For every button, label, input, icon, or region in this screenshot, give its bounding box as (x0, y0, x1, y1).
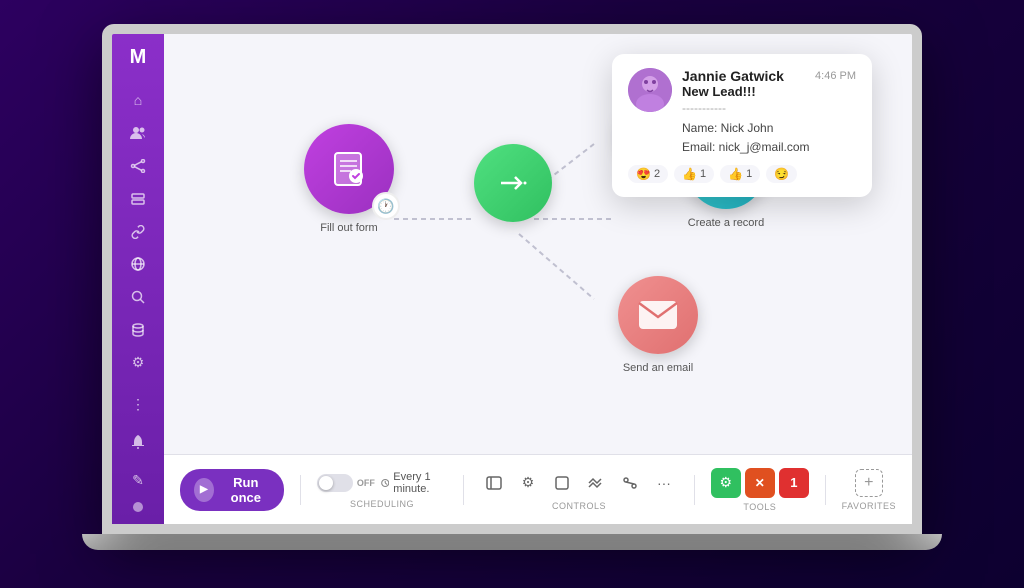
form-sub-icon: 🕐 (372, 192, 400, 220)
layers-icon[interactable] (122, 185, 154, 212)
email-node-label: Send an email (623, 362, 693, 374)
sidebar: M ⌂ (112, 34, 164, 524)
control-btn-4[interactable] (582, 469, 610, 497)
divider-1 (300, 475, 301, 505)
main-content: 🕐 Fill out form (164, 34, 912, 524)
node-hub[interactable] (474, 144, 552, 222)
run-once-label: Run once (222, 475, 270, 505)
play-icon: ▶ (194, 478, 214, 502)
schedule-text: Every 1 minute. (393, 471, 447, 495)
divider-4 (825, 475, 826, 505)
toggle-switch[interactable]: OFF (317, 474, 375, 492)
node-form[interactable]: 🕐 Fill out form (304, 124, 394, 234)
divider-3 (694, 475, 695, 505)
reaction-thumbsup[interactable]: 👍1 (674, 165, 714, 183)
reaction-fire[interactable]: 😍2 (628, 165, 668, 183)
controls-section: ⚙ (480, 469, 678, 511)
canvas-area: 🕐 Fill out form (164, 34, 912, 454)
reaction-thumbsup2[interactable]: 👍1 (720, 165, 760, 183)
laptop-base (82, 534, 942, 550)
sidebar-logo: M (130, 46, 147, 69)
laptop-screen: M ⌂ (102, 24, 922, 534)
favorites-section: + FAVORITES (842, 469, 896, 511)
reaction-smirk[interactable]: 😏 (766, 165, 797, 183)
tool-btn-green[interactable]: ⚙ (711, 468, 741, 498)
toggle-label: OFF (357, 478, 375, 488)
run-once-button[interactable]: ▶ Run once (180, 469, 284, 511)
bell-icon[interactable] (122, 426, 154, 458)
pen-icon[interactable]: ✎ (122, 464, 154, 496)
db-node-label: Create a record (688, 217, 764, 229)
control-btn-more[interactable]: ··· (650, 469, 678, 497)
search-icon[interactable] (122, 284, 154, 311)
add-favorite-button[interactable]: + (855, 469, 883, 497)
favorites-label: FAVORITES (842, 501, 896, 511)
user-avatar-dot (133, 502, 143, 512)
notif-username: Jannie Gatwick (682, 68, 784, 84)
schedule-info: Every 1 minute. (381, 471, 447, 495)
control-btn-1[interactable] (480, 469, 508, 497)
share-icon[interactable] (122, 153, 154, 180)
tools-section: ⚙ ✕ 1 TOOLS (711, 468, 809, 512)
notif-reactions: 😍2 👍1 👍1 😏 (628, 165, 856, 183)
users-icon[interactable] (122, 120, 154, 147)
controls-label: CONTROLS (552, 501, 606, 511)
globe-icon[interactable] (122, 251, 154, 278)
notif-time: 4:46 PM (815, 70, 856, 82)
form-node-label: Fill out form (320, 222, 377, 234)
link-icon[interactable] (122, 218, 154, 245)
bottom-toolbar: ▶ Run once OFF (164, 454, 912, 524)
scheduling-section: OFF Every 1 minute. SCHEDULING (317, 471, 447, 509)
notif-avatar (628, 68, 672, 112)
notif-divider: ----------- (682, 101, 856, 115)
home-icon[interactable]: ⌂ (122, 87, 154, 114)
tool-btn-orange[interactable]: ✕ (745, 468, 775, 498)
settings-small-icon[interactable]: ⚙ (122, 349, 154, 376)
database-small-icon[interactable] (122, 316, 154, 343)
control-btn-2[interactable]: ⚙ (514, 469, 542, 497)
tool-btn-red[interactable]: 1 (779, 468, 809, 498)
more-icon[interactable]: ⋮ (122, 388, 154, 420)
tools-label: TOOLS (743, 502, 776, 512)
divider-2 (463, 475, 464, 505)
notif-body: Name: Nick John Email: nick_j@mail.com (682, 119, 856, 157)
control-btn-5[interactable] (616, 469, 644, 497)
control-btn-3[interactable] (548, 469, 576, 497)
notif-title: New Lead!!! (682, 84, 856, 99)
notification-popup: Jannie Gatwick 4:46 PM New Lead!!! -----… (612, 54, 872, 197)
scheduling-label: SCHEDULING (350, 499, 414, 509)
laptop-wrapper: M ⌂ (82, 24, 942, 564)
node-email[interactable]: Send an email (594, 276, 722, 374)
